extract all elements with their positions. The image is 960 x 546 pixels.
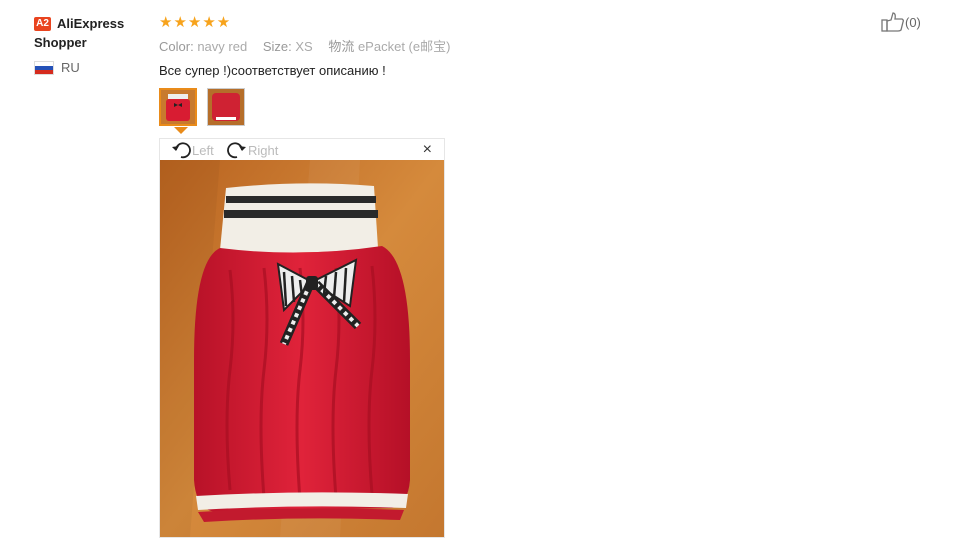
photo-viewer: Left Right × bbox=[159, 138, 445, 538]
rotate-left-label: Left bbox=[192, 142, 214, 158]
photo-thumbnail-1[interactable] bbox=[159, 88, 197, 126]
review-body: ★★★★★ Color: navy red Size: XS 物流 ePacke… bbox=[159, 13, 859, 78]
star-rating: ★★★★★ bbox=[159, 14, 232, 31]
viewer-toolbar: Left Right × bbox=[160, 139, 444, 160]
photo-thumbnails bbox=[159, 88, 255, 126]
reviewer-country: RU bbox=[34, 60, 144, 75]
attr-color-value: navy red bbox=[197, 39, 248, 54]
rotate-right-button[interactable]: Right bbox=[226, 141, 278, 159]
review-attributes: Color: navy red Size: XS 物流 ePacket (e邮宝… bbox=[159, 36, 859, 55]
rotate-right-icon bbox=[227, 142, 246, 159]
review-photo[interactable] bbox=[160, 160, 444, 537]
sweater-thumbnail-image bbox=[161, 90, 195, 124]
attr-color-key: Color: bbox=[159, 39, 194, 54]
sweater-thumbnail-image-2 bbox=[208, 89, 244, 125]
level-badge: A2 bbox=[34, 17, 51, 31]
rotate-left-icon bbox=[172, 142, 191, 159]
country-code: RU bbox=[61, 60, 80, 75]
review-text: Все супер !)соответствует описанию ! bbox=[159, 63, 386, 78]
reviewer-name-line: A2 AliExpress Shopper bbox=[34, 14, 144, 52]
helpful-count: (0) bbox=[905, 14, 921, 30]
close-viewer-button[interactable]: × bbox=[423, 141, 432, 159]
reviewer-info: A2 AliExpress Shopper RU bbox=[34, 14, 144, 75]
photo-thumbnail-2[interactable] bbox=[207, 88, 245, 126]
thumbs-up-icon[interactable] bbox=[881, 12, 905, 32]
helpful-vote[interactable]: (0) bbox=[881, 12, 921, 32]
attr-shipping-value: ePacket (e邮宝) bbox=[357, 39, 451, 54]
attr-size-value: XS bbox=[295, 39, 313, 54]
rotate-left-button[interactable]: Left bbox=[170, 141, 214, 159]
russia-flag-icon bbox=[34, 60, 54, 75]
rotate-right-label: Right bbox=[248, 142, 279, 158]
attr-shipping-key: 物流 bbox=[328, 39, 355, 54]
attr-size-key: Size: bbox=[262, 39, 292, 54]
active-thumbnail-pointer bbox=[174, 127, 188, 134]
